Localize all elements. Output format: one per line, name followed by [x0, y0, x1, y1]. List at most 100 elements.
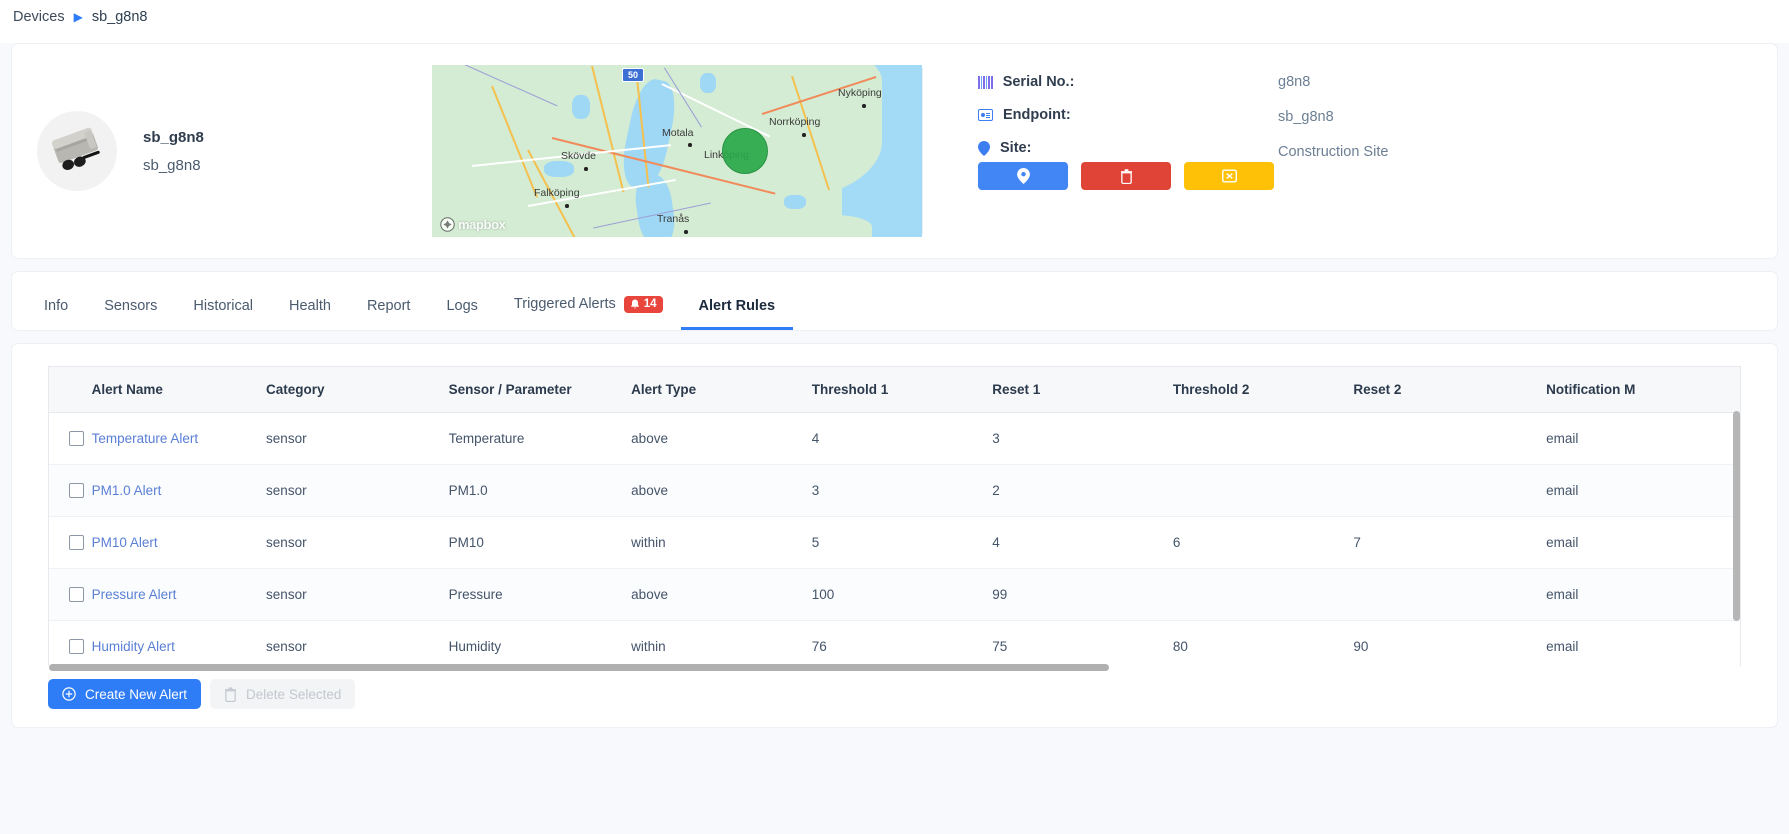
device-summary-card: sb_g8n8 sb_g8n8 50 Nyköping Norrköping M… [11, 43, 1778, 259]
table-horizontal-scrollbar[interactable] [49, 664, 1109, 671]
avatar [37, 111, 117, 191]
column-threshold-2[interactable]: Threshold 2 [1172, 367, 1354, 413]
cell-threshold-1: 76 [811, 620, 993, 666]
table-footer-actions: Create New Alert Delete Selected [48, 679, 356, 709]
delete-device-button[interactable] [1081, 162, 1171, 190]
tab-alert-rules[interactable]: Alert Rules [680, 298, 794, 330]
cell-threshold-1: 100 [811, 568, 993, 621]
cell-sensor: PM10 [448, 516, 632, 569]
column-category[interactable]: Category [266, 367, 449, 413]
meta-label-endpoint: Endpoint: [1003, 107, 1071, 123]
cell-reset-2: 7 [1353, 516, 1547, 569]
cell-threshold-2: 80 [1172, 620, 1354, 666]
cell-threshold-2 [1172, 412, 1354, 465]
tab-logs[interactable]: Logs [428, 298, 495, 331]
map-city-label: Falköping [534, 187, 580, 199]
mapbox-attribution[interactable]: mapbox [440, 217, 506, 232]
tab-triggered-alerts[interactable]: Triggered Alerts 14 [496, 295, 681, 331]
alert-name-link[interactable]: Pressure Alert [91, 568, 267, 621]
tab-health[interactable]: Health [271, 297, 349, 331]
meta-value-site[interactable]: Construction Site [1278, 144, 1388, 162]
map-city-label: Motala [662, 127, 694, 139]
cell-reset-2: 90 [1353, 620, 1547, 666]
cell-threshold-1: 3 [811, 464, 993, 517]
map-city-label: Norrköping [769, 116, 821, 128]
tab-label: Sensors [104, 297, 158, 314]
location-pin-icon [978, 140, 990, 156]
table-vertical-scrollbar[interactable] [1733, 411, 1740, 621]
table-header: Alert Name Category Sensor / Parameter A… [49, 367, 1740, 413]
column-reset-1[interactable]: Reset 1 [992, 367, 1173, 413]
meta-label-serial: Serial No.: [1002, 74, 1075, 90]
map-city-dot [565, 204, 569, 208]
mapbox-logo-icon [440, 217, 455, 232]
column-sensor[interactable]: Sensor / Parameter [448, 367, 632, 413]
alert-name-link[interactable]: Temperature Alert [91, 412, 267, 465]
chevron-right-icon: ▶ [73, 10, 83, 24]
sensor-box-icon [51, 127, 100, 170]
cell-sensor: Pressure [448, 568, 632, 621]
cell-sensor: PM1.0 [448, 464, 632, 517]
tab-label: Info [44, 297, 69, 314]
device-meta-values: g8n8 sb_g8n8 Construction Site [1278, 74, 1388, 258]
tab-historical[interactable]: Historical [175, 297, 271, 331]
table-body: Temperature Alert sensor Temperature above 4… [49, 412, 1740, 666]
row-select-cell [49, 620, 92, 666]
column-notification-method[interactable]: Notification M [1546, 367, 1740, 413]
cell-threshold-1: 5 [811, 516, 993, 569]
row-checkbox[interactable] [69, 587, 84, 602]
barcode-icon [978, 75, 993, 89]
cell-category: sensor [266, 412, 449, 465]
meta-row-endpoint: Endpoint: [978, 107, 1278, 123]
cell-reset-2 [1353, 412, 1547, 465]
map-city-dot [862, 104, 866, 108]
location-pin-icon [1016, 168, 1030, 184]
locate-device-button[interactable] [978, 162, 1068, 190]
table-row: PM10 Alert sensor PM10 within 5 4 6 7 email [49, 516, 1740, 569]
plus-circle-icon [62, 687, 76, 701]
create-new-alert-label: Create New Alert [85, 686, 188, 702]
alert-name-link[interactable]: PM10 Alert [91, 516, 267, 569]
row-select-cell [49, 568, 92, 621]
alert-name-link[interactable]: PM1.0 Alert [91, 464, 267, 517]
page-background: sb_g8n8 sb_g8n8 50 Nyköping Norrköping M… [0, 43, 1789, 834]
tab-label: Report [366, 297, 411, 314]
alert-name-link[interactable]: Humidity Alert [91, 620, 267, 666]
column-alert-name[interactable]: Alert Name [91, 367, 267, 413]
image-device-button[interactable] [1184, 162, 1274, 190]
cell-notification: email [1546, 568, 1740, 621]
device-tabs: Info Sensors Historical Health Report Lo… [11, 271, 1778, 331]
tab-sensors[interactable]: Sensors [86, 297, 175, 331]
tab-report[interactable]: Report [349, 297, 429, 331]
map-device-marker[interactable] [722, 128, 768, 174]
device-name: sb_g8n8 [143, 128, 204, 146]
badge-count: 14 [643, 297, 657, 310]
cell-alert-type: within [631, 516, 812, 569]
delete-selected-button[interactable]: Delete Selected [210, 679, 356, 709]
tab-label: Historical [193, 297, 254, 314]
row-select-cell [49, 412, 92, 465]
column-threshold-1[interactable]: Threshold 1 [811, 367, 993, 413]
row-select-cell [49, 516, 92, 569]
cell-alert-type: above [631, 412, 812, 465]
tab-info[interactable]: Info [26, 297, 86, 331]
bell-icon [630, 299, 639, 309]
highway-shield-50: 50 [622, 68, 645, 82]
tab-label: Health [289, 297, 331, 314]
row-checkbox[interactable] [69, 535, 84, 550]
cell-sensor: Humidity [448, 620, 632, 666]
column-alert-type[interactable]: Alert Type [631, 367, 812, 413]
row-checkbox[interactable] [69, 639, 84, 654]
create-new-alert-button[interactable]: Create New Alert [48, 679, 202, 709]
mapbox-wordmark: mapbox [458, 217, 506, 232]
table-row: Temperature Alert sensor Temperature above 4… [49, 412, 1740, 465]
breadcrumb-root-link[interactable]: Devices [13, 9, 65, 25]
row-checkbox[interactable] [69, 483, 84, 498]
map-city-label: Skövde [561, 150, 597, 162]
device-map[interactable]: 50 Nyköping Norrköping Motala Linköping … [432, 65, 922, 237]
row-checkbox[interactable] [69, 431, 84, 446]
cell-category: sensor [266, 464, 449, 517]
map-city-label: Nyköping [838, 87, 882, 99]
cell-category: sensor [266, 516, 449, 569]
column-reset-2[interactable]: Reset 2 [1353, 367, 1547, 413]
